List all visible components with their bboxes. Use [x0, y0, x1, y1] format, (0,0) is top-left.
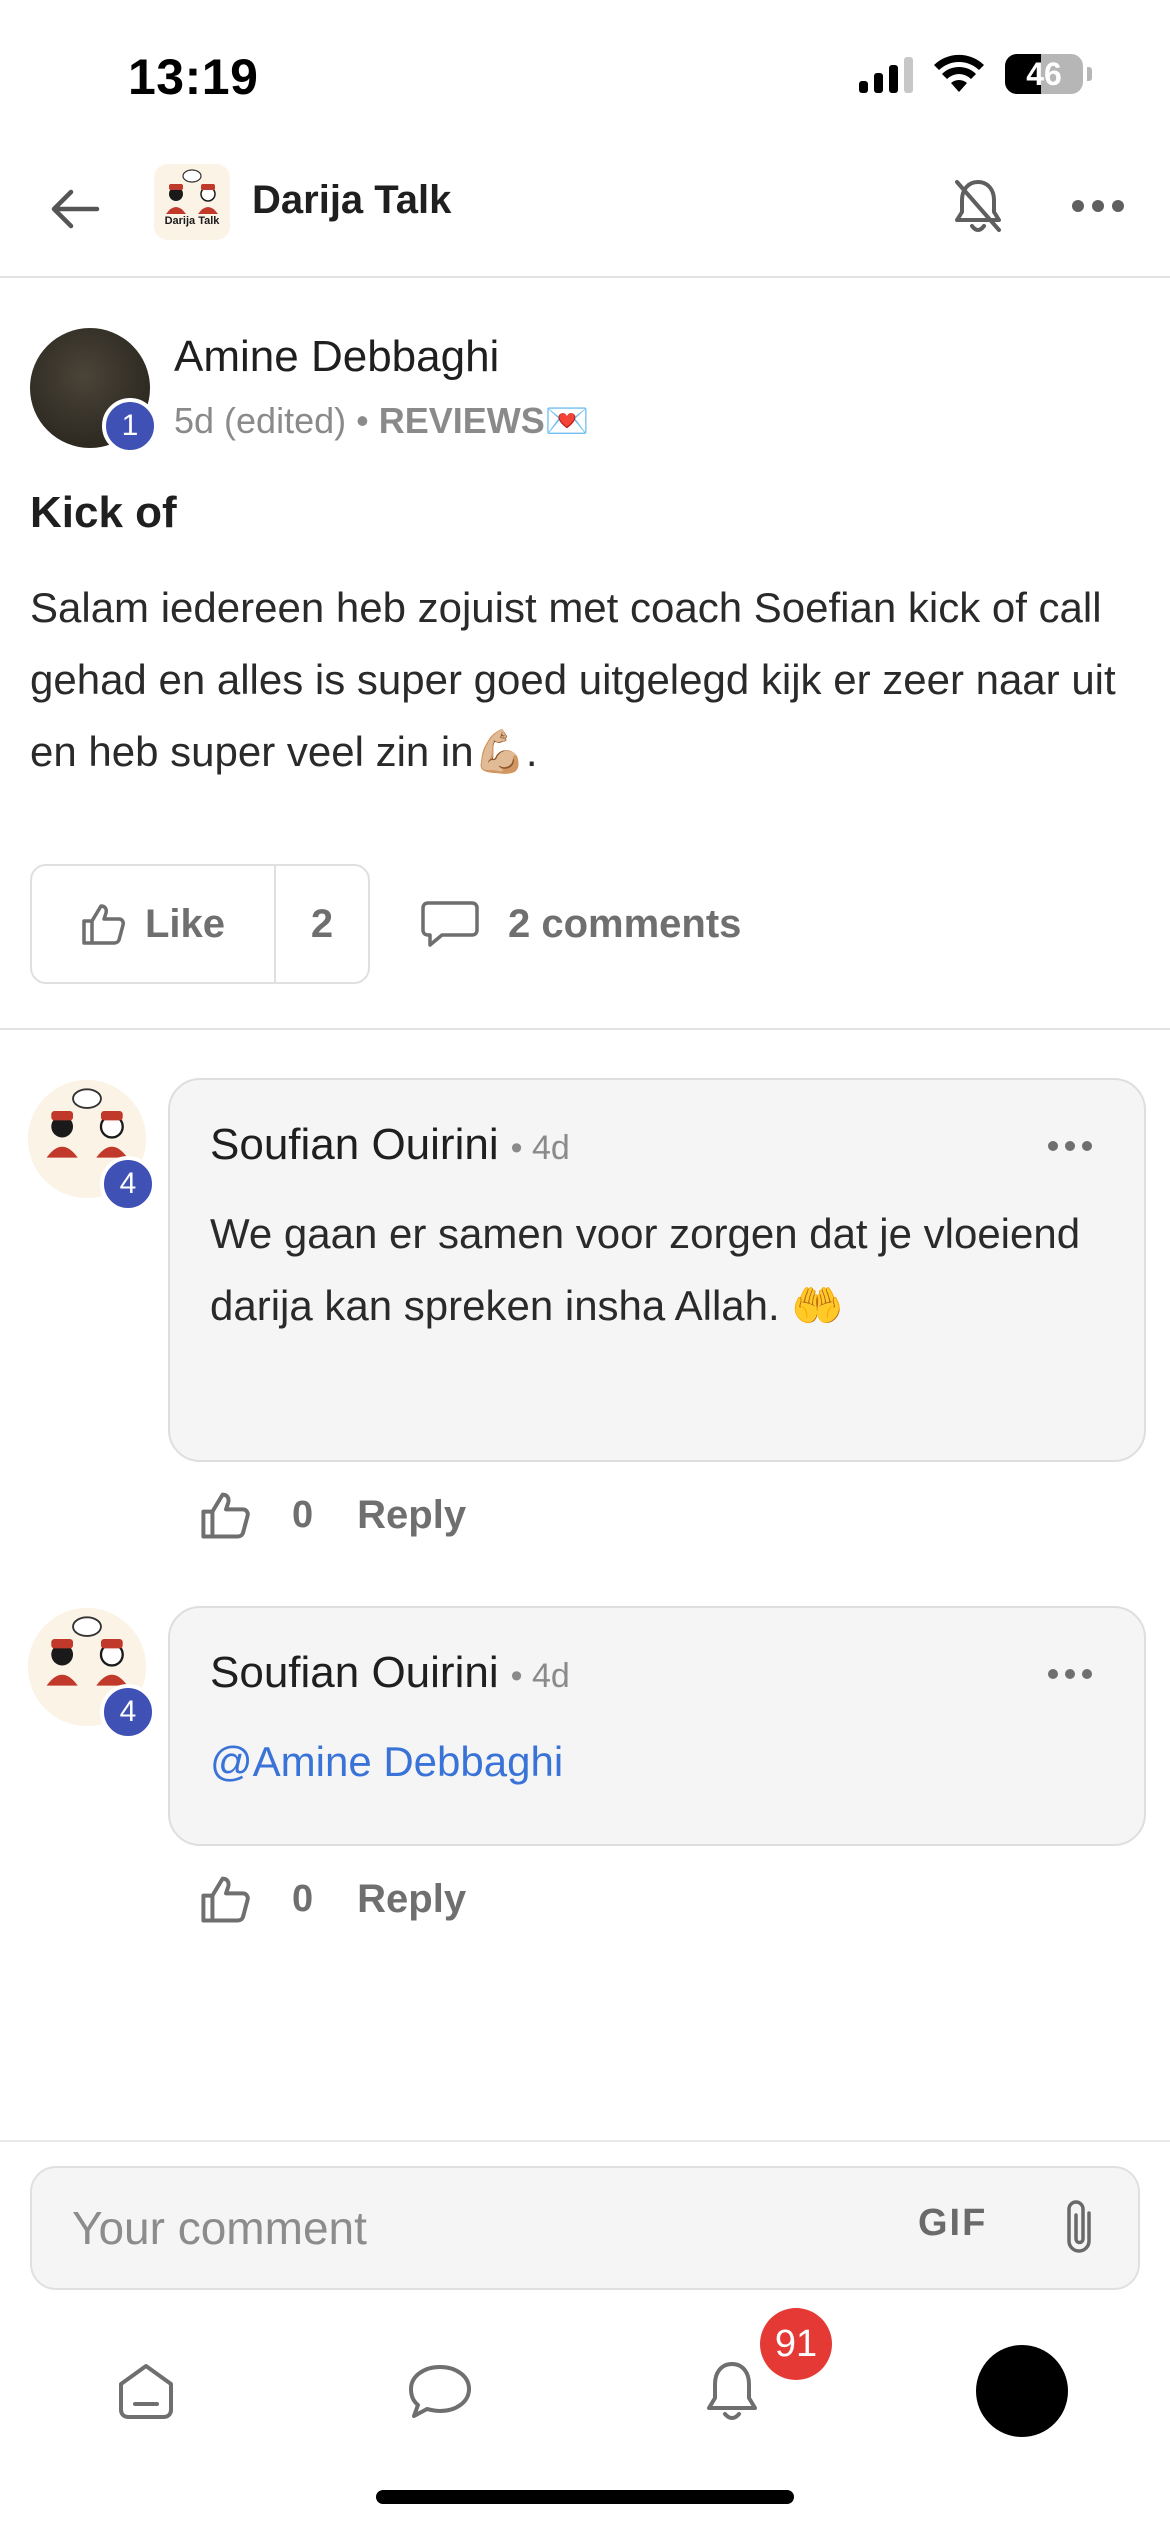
header: Darija Talk Darija Talk	[0, 150, 1170, 278]
comment-text: @Amine Debbaghi	[210, 1726, 1110, 1798]
divider	[0, 1028, 1170, 1030]
chat-icon	[409, 2365, 471, 2418]
post-meta: 5d (edited) • REVIEWS 💌	[174, 400, 590, 442]
comment-bubble: Soufian Ouirini • 4d We gaan er samen vo…	[168, 1078, 1146, 1462]
battery-icon: 46	[1005, 54, 1083, 94]
status-icons: 46	[859, 54, 1092, 94]
home-indicator	[376, 2490, 794, 2504]
reply-button[interactable]: Reply	[357, 1877, 466, 1922]
like-label: Like	[144, 901, 226, 946]
comment-like-count: 0	[292, 1877, 314, 1920]
notification-badge: 91	[760, 2308, 832, 2380]
comment-actions: 0 Reply	[200, 1490, 466, 1540]
wifi-icon	[934, 54, 984, 92]
like-box: Like 2	[30, 864, 370, 984]
thumbs-up-icon[interactable]	[200, 1490, 252, 1540]
thumbs-up-icon[interactable]	[200, 1874, 252, 1924]
like-button[interactable]: Like	[32, 866, 276, 982]
group-logo[interactable]: Darija Talk	[154, 164, 230, 240]
mute-notifications-button[interactable]	[940, 168, 1016, 244]
comment-author: Soufian Ouirini • 4d	[210, 1648, 570, 1698]
avatar	[976, 2345, 1068, 2437]
comment-author-avatar[interactable]: 4	[28, 1608, 156, 1740]
more-options-button[interactable]	[1060, 168, 1136, 244]
comment-time: • 4d	[510, 1129, 570, 1167]
comment-time: • 4d	[510, 1657, 570, 1695]
status-bar: 13:19 46	[0, 0, 1170, 150]
post-category[interactable]: REVIEWS	[379, 400, 545, 442]
comment-icon	[421, 901, 479, 947]
bell-icon	[707, 2362, 757, 2420]
group-title[interactable]: Darija Talk	[252, 178, 451, 223]
tab-profile[interactable]	[962, 2336, 1082, 2446]
comment-composer: GIF	[30, 2166, 1140, 2290]
status-time: 13:19	[128, 49, 259, 105]
comment-more-button[interactable]	[1040, 1654, 1100, 1694]
battery-percent: 46	[1026, 56, 1062, 92]
reply-button[interactable]: Reply	[357, 1493, 466, 1538]
level-badge: 1	[102, 398, 158, 454]
logo-text: Darija Talk	[165, 215, 221, 227]
comments-button[interactable]: 2 comments	[420, 864, 741, 984]
back-button[interactable]	[40, 174, 110, 244]
tab-chat[interactable]	[380, 2336, 500, 2446]
category-emoji: 💌	[544, 400, 590, 441]
post-body: Salam iedereen heb zojuist met coach Soe…	[30, 584, 1116, 775]
comment-composer-bar: GIF	[0, 2140, 1170, 2296]
darija-talk-logo-icon: Darija Talk	[154, 164, 230, 240]
comments-count-label: 2 comments	[508, 901, 742, 946]
back-arrow-icon	[51, 189, 100, 229]
more-horizontal-icon	[1072, 200, 1124, 212]
comment-actions: 0 Reply	[200, 1874, 466, 1924]
more-horizontal-icon	[1048, 1669, 1092, 1679]
level-badge: 4	[100, 1156, 156, 1212]
post-author-avatar[interactable]: 1	[30, 328, 158, 454]
post-time: 5d (edited)	[174, 400, 347, 441]
tab-home[interactable]	[86, 2336, 206, 2446]
comment-author-name[interactable]: Soufian Ouirini	[210, 1648, 499, 1698]
comment-like-count: 0	[292, 1493, 314, 1536]
bell-off-icon	[955, 180, 1001, 232]
comment-text: We gaan er samen voor zorgen dat je vloe…	[210, 1210, 1081, 1329]
post-title: Kick of	[30, 488, 177, 537]
attach-icon	[1067, 2200, 1091, 2253]
comment-input[interactable]	[72, 2168, 892, 2288]
comment-author-avatar[interactable]: 4	[28, 1080, 156, 1212]
gif-button[interactable]: GIF	[918, 2202, 987, 2245]
like-count[interactable]: 2	[276, 866, 368, 982]
attach-button[interactable]	[1044, 2190, 1114, 2266]
cellular-signal-icon	[859, 55, 913, 93]
comment-more-button[interactable]	[1040, 1126, 1100, 1166]
thumbs-up-icon	[82, 904, 125, 945]
more-horizontal-icon	[1048, 1141, 1092, 1151]
comment-author-name[interactable]: Soufian Ouirini	[210, 1120, 499, 1170]
comment-author: Soufian Ouirini • 4d	[210, 1120, 570, 1170]
user-mention-link[interactable]: @Amine Debbaghi	[210, 1738, 563, 1785]
post-author-name[interactable]: Amine Debbaghi	[174, 332, 499, 382]
meta-separator: •	[356, 400, 369, 441]
level-badge: 4	[100, 1684, 156, 1740]
home-icon	[119, 2364, 173, 2419]
comment-bubble: Soufian Ouirini • 4d @Amine Debbaghi	[168, 1606, 1146, 1846]
